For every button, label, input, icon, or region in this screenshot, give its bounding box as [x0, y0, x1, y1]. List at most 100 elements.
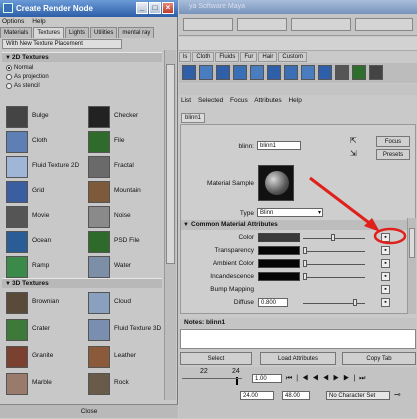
shelf-tool-icon[interactable]: [352, 65, 366, 80]
map-texture-button-icon[interactable]: ▪: [381, 285, 390, 294]
texture-node[interactable]: Ramp: [6, 256, 84, 279]
close-icon[interactable]: ×: [162, 2, 174, 14]
focus-button[interactable]: Focus: [376, 136, 410, 147]
shelf-tab-fur[interactable]: Fur: [240, 52, 258, 62]
texture-placement-button[interactable]: With New Texture Placement: [2, 39, 122, 49]
attribute-color-swatch[interactable]: [258, 246, 300, 255]
shelf-tool-icon[interactable]: [318, 65, 332, 80]
radio-as-stencil[interactable]: As stencil: [6, 82, 40, 90]
attribute-slider[interactable]: [303, 277, 365, 278]
shelf-tool-icon[interactable]: [233, 65, 247, 80]
attribute-slider[interactable]: [303, 251, 365, 252]
texture-node[interactable]: Cloth: [6, 131, 84, 154]
texture-node[interactable]: Fluid Texture 3D: [88, 319, 166, 342]
presets-button[interactable]: Presets: [376, 149, 410, 160]
range-start-field[interactable]: 24.00: [240, 391, 274, 400]
select-output-icon[interactable]: ⇲: [350, 149, 360, 159]
slider-knob[interactable]: [303, 273, 307, 280]
select-input-icon[interactable]: ⇱: [350, 136, 360, 146]
slider-knob[interactable]: [303, 260, 307, 267]
attribute-value-field[interactable]: 0.800: [258, 298, 288, 307]
create-render-node-titlebar[interactable]: Create Render Node _ □ ×: [0, 0, 178, 17]
shelf-tool-icon[interactable]: [267, 65, 281, 80]
select-button[interactable]: Select: [180, 352, 252, 365]
texture-node[interactable]: Brownian: [6, 292, 84, 315]
texture-node[interactable]: Mountain: [88, 181, 166, 204]
scroll-thumb[interactable]: [166, 64, 175, 264]
texture-node[interactable]: Movie: [6, 206, 84, 229]
tab-utilities[interactable]: Utilities: [90, 27, 118, 38]
status-icons-group-4[interactable]: [355, 18, 413, 31]
shelf-tool-icon[interactable]: [284, 65, 298, 80]
texture-node[interactable]: Noise: [88, 206, 166, 229]
shelf-tool-icon[interactable]: [216, 65, 230, 80]
status-icons-group-3[interactable]: [291, 18, 351, 31]
texture-node[interactable]: Leather: [88, 346, 166, 369]
tab-mental-ray[interactable]: mental ray: [118, 27, 155, 38]
menu-focus[interactable]: Focus: [230, 97, 248, 104]
shelf-tab-fluids[interactable]: Fluids: [215, 52, 240, 62]
current-time-field[interactable]: 1.00: [252, 374, 282, 383]
tab-lights[interactable]: Lights: [65, 27, 90, 38]
texture-node[interactable]: Bulge: [6, 106, 84, 129]
shelf-tab-hair[interactable]: Hair: [258, 52, 278, 62]
status-icons-group-2[interactable]: [237, 18, 287, 31]
blinn-name-field[interactable]: blinn1: [257, 141, 301, 150]
material-sample-swatch[interactable]: [258, 165, 294, 201]
menu-list[interactable]: List: [181, 97, 191, 104]
section-2d-textures[interactable]: ▼ 2D Textures: [2, 52, 162, 62]
menu-attributes[interactable]: Attributes: [254, 97, 281, 104]
shelf-tool-icon[interactable]: [250, 65, 264, 80]
menu-help[interactable]: Help: [32, 18, 45, 25]
texture-node[interactable]: Fluid Texture 2D: [6, 156, 84, 179]
minimize-icon[interactable]: _: [136, 2, 148, 14]
texture-node[interactable]: Cloud: [88, 292, 166, 315]
texture-node[interactable]: Checker: [88, 106, 166, 129]
tab-materials[interactable]: Materials: [0, 27, 33, 38]
shelf-tool-icon[interactable]: [335, 65, 349, 80]
texture-node[interactable]: Grid: [6, 181, 84, 204]
texture-node[interactable]: Water: [88, 256, 166, 279]
notes-textarea[interactable]: [180, 329, 416, 349]
map-texture-button-icon[interactable]: ▪: [381, 272, 390, 281]
status-icons-group-1[interactable]: [183, 18, 233, 31]
slider-knob[interactable]: [353, 299, 357, 306]
section-3d-textures[interactable]: ▼ 3D Textures: [2, 278, 162, 288]
texture-node[interactable]: Rock: [88, 373, 166, 396]
shelf-tool-icon[interactable]: [301, 65, 315, 80]
menu-help[interactable]: Help: [288, 97, 301, 104]
tab-blinn1[interactable]: blinn1: [181, 113, 205, 123]
texture-node[interactable]: PSD File: [88, 231, 166, 254]
attribute-color-swatch[interactable]: [258, 259, 300, 268]
playback-controls[interactable]: ⏮|◀◀◀▶▶|⏭: [286, 374, 416, 384]
texture-node[interactable]: File: [88, 131, 166, 154]
character-set-dropdown[interactable]: No Character Set: [326, 391, 390, 400]
texture-node[interactable]: Marble: [6, 373, 84, 396]
attribute-color-swatch[interactable]: [258, 233, 300, 242]
maximize-icon[interactable]: □: [149, 2, 161, 14]
radio-normal[interactable]: Normal: [6, 64, 33, 72]
radio-as-projection[interactable]: As projection: [6, 73, 49, 81]
shelf-tab-cloth[interactable]: Cloth: [192, 52, 215, 62]
shelf-tool-icon[interactable]: [199, 65, 213, 80]
range-end-field[interactable]: 48.00: [282, 391, 310, 400]
tab-textures[interactable]: Textures: [33, 27, 65, 38]
copy-tab-button[interactable]: Copy Tab: [342, 352, 416, 365]
attribute-slider[interactable]: [303, 264, 365, 265]
key-icon[interactable]: ⊸: [394, 390, 401, 399]
texture-node[interactable]: Ocean: [6, 231, 84, 254]
close-button[interactable]: Close: [0, 404, 178, 418]
shelf-tab[interactable]: ls: [179, 52, 192, 62]
shelf-tool-icon[interactable]: [182, 65, 196, 80]
crn-scrollbar[interactable]: [164, 50, 176, 400]
texture-node[interactable]: Granite: [6, 346, 84, 369]
attribute-color-swatch[interactable]: [258, 272, 300, 281]
map-texture-button-icon[interactable]: ▪: [381, 259, 390, 268]
shelf-tab-custom[interactable]: Custom: [278, 52, 308, 62]
shelf-tool-icon[interactable]: [369, 65, 383, 80]
texture-node[interactable]: Fractal: [88, 156, 166, 179]
menu-selected[interactable]: Selected: [198, 97, 223, 104]
menu-options[interactable]: Options: [2, 18, 24, 25]
load-attributes-button[interactable]: Load Attributes: [260, 352, 336, 365]
map-texture-button-icon[interactable]: ▪: [381, 298, 390, 307]
